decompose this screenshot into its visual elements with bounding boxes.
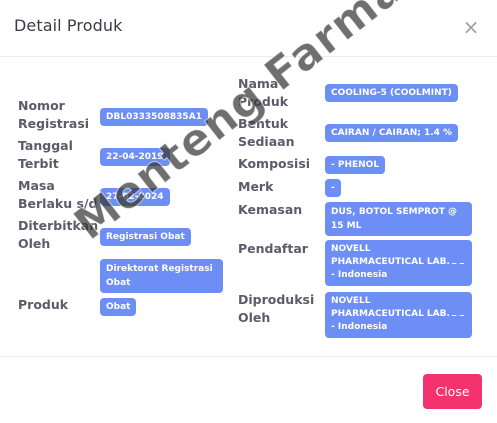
label-nama-produk: Nama Produk [238, 76, 289, 109]
value-merk: - [325, 179, 341, 197]
modal-footer: Close [0, 356, 497, 423]
value-pendaftar-text: NOVELL PHARMACEUTICAL LAB. - Indonesia [331, 244, 450, 280]
value-kemasan: DUS, BOTOL SEMPROT @ 15 ML [325, 202, 472, 236]
close-icon[interactable]: × [462, 17, 480, 37]
label-produk: Produk [18, 297, 69, 312]
label-diterbitkan-oleh: Diterbitkan Oleh [18, 218, 99, 251]
label-merk: Merk [238, 179, 274, 194]
product-detail-modal: Detail Produk × Nomor Registrasi DBL0333… [0, 0, 497, 423]
close-button[interactable]: Close [423, 374, 482, 409]
value-pendaftar-extra: _ _ [451, 255, 464, 265]
value-nama-produk: COOLING-5 (COOLMINT) [325, 84, 458, 102]
value-komposisi: - PHENOL [325, 156, 386, 174]
label-nomor-registrasi: Nomor Registrasi [18, 98, 90, 131]
value-tanggal-terbit: 22-04-2019 [100, 148, 170, 166]
label-komposisi: Komposisi [238, 156, 311, 171]
label-pendaftar: Pendaftar [238, 241, 308, 256]
value-bentuk-sediaan: CAIRAN / CAIRAN; 1.4 % [325, 124, 459, 142]
value-pendaftar: NOVELL PHARMACEUTICAL LAB. - Indonesia _… [325, 240, 472, 286]
modal-header: Detail Produk × [0, 0, 497, 57]
value-diproduksi-text: NOVELL PHARMACEUTICAL LAB. - Indonesia [331, 296, 450, 332]
value-diproduksi-oleh: NOVELL PHARMACEUTICAL LAB. - Indonesia _… [325, 292, 472, 338]
label-masa-berlaku: Masa Berlaku s/d [18, 178, 98, 211]
label-bentuk-sediaan: Bentuk Sediaan [238, 116, 295, 149]
value-nomor-registrasi: DBL0333508835A1 [100, 108, 208, 126]
value-direktorat: Direktorat Registrasi Obat [100, 259, 223, 293]
label-diproduksi-oleh: Diproduksi Oleh [238, 292, 315, 325]
label-kemasan: Kemasan [238, 202, 303, 217]
value-registrasi-obat: Registrasi Obat [100, 228, 191, 246]
label-tanggal-terbit: Tanggal Terbit [18, 138, 73, 171]
value-masa-berlaku: 27-02-2024 [100, 188, 170, 206]
value-produk: Obat [100, 298, 137, 316]
value-diproduksi-extra: _ _ [451, 307, 464, 317]
modal-body: Nomor Registrasi DBL0333508835A1 Tanggal… [0, 57, 497, 355]
modal-title: Detail Produk [14, 16, 123, 35]
